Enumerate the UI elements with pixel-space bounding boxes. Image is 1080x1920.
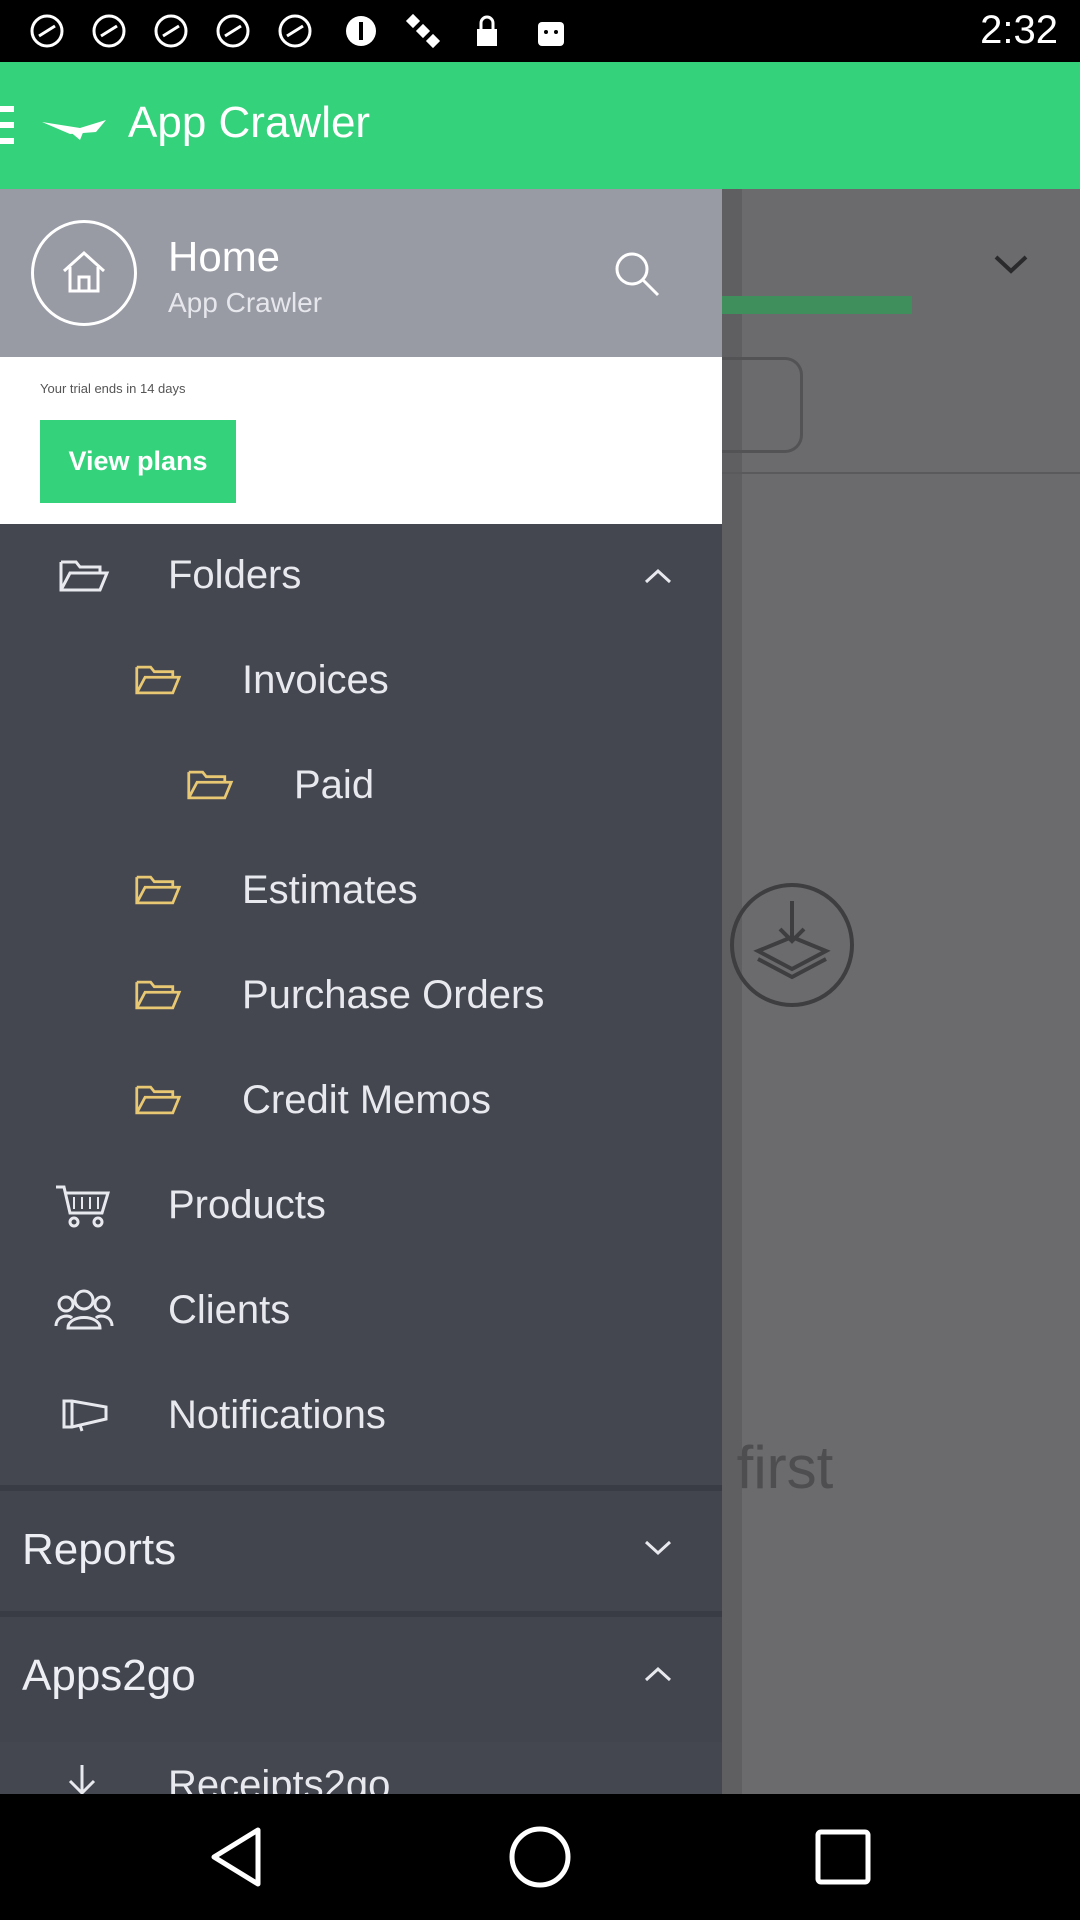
sidebar-item-estimates[interactable]: Estimates: [0, 838, 722, 943]
sidebar-item-label: Clients: [168, 1288, 291, 1332]
airplane-logo-icon: [42, 120, 106, 140]
lock-icon: [477, 15, 497, 46]
search-icon[interactable]: [612, 249, 662, 299]
folder-icon: [135, 665, 182, 695]
home-button-icon[interactable]: [505, 1822, 575, 1892]
abc-icon: [30, 14, 64, 48]
back-icon[interactable]: [202, 1822, 272, 1892]
view-plans-button[interactable]: View plans: [40, 420, 236, 503]
sidebar-item-label: Estimates: [242, 868, 418, 912]
cart-icon: [56, 1185, 111, 1228]
sidebar-item-label: Invoices: [242, 658, 389, 702]
status-bar: 2:32: [0, 0, 1080, 62]
trial-banner: Your trial ends in 14 days View plans: [0, 357, 722, 524]
people-icon: [54, 1289, 114, 1330]
section-reports[interactable]: Reports: [0, 1485, 722, 1616]
sidebar-item-products[interactable]: Products: [0, 1153, 722, 1258]
inbox-tray-icon: [730, 883, 854, 1007]
sidebar-item-label: Purchase Orders: [242, 973, 545, 1017]
section-label: Apps2go: [22, 1651, 196, 1700]
sidebar-item-clients[interactable]: Clients: [0, 1258, 722, 1363]
sidebar-item-receipts2go[interactable]: Receipts2go: [0, 1739, 722, 1794]
abc-icon: [216, 14, 250, 48]
satellite-icon: [405, 13, 441, 49]
system-navigation-bar: [0, 1794, 1080, 1920]
home-avatar: [31, 220, 137, 326]
sidebar-item-purchase-orders[interactable]: Purchase Orders: [0, 943, 722, 1048]
chevron-up-icon[interactable]: [640, 1663, 676, 1685]
recents-icon[interactable]: [808, 1822, 878, 1892]
sidebar-item-label: Products: [168, 1183, 326, 1227]
chevron-up-icon[interactable]: [640, 565, 676, 587]
sidebar-item-invoices[interactable]: Invoices: [0, 628, 722, 733]
hamburger-icon[interactable]: [0, 106, 14, 146]
receipt-icon: [68, 1765, 96, 1794]
sidebar-item-notifications[interactable]: Notifications: [0, 1363, 722, 1468]
chevron-down-icon[interactable]: [640, 1537, 676, 1559]
abc-icon: [92, 14, 126, 48]
section-label: Reports: [22, 1525, 177, 1574]
info-icon: [346, 16, 376, 46]
drawer-header[interactable]: Home App Crawler: [0, 189, 722, 357]
sidebar-item-label: Receipts2go: [168, 1763, 391, 1794]
background-divider-line: [720, 472, 1080, 474]
sidebar-item-credit-memos[interactable]: Credit Memos: [0, 1048, 722, 1153]
app-title: App Crawler: [128, 98, 371, 147]
abc-icon: [278, 14, 312, 48]
abc-icon: [154, 14, 188, 48]
megaphone-icon: [62, 1399, 108, 1432]
android-icon: [538, 22, 564, 46]
sidebar-item-paid[interactable]: Paid: [0, 733, 722, 838]
sidebar-item-label: Folders: [168, 553, 302, 597]
folder-icon: [135, 980, 182, 1010]
navigation-drawer: Home App Crawler Your trial ends in 14 d…: [0, 189, 722, 1794]
folder-icon: [135, 1085, 182, 1115]
chevron-down-icon[interactable]: [988, 249, 1034, 279]
home-title: Home: [168, 233, 281, 280]
trial-text: Your trial ends in 14 days: [40, 381, 186, 396]
folder-icon: [59, 560, 110, 592]
home-icon: [62, 250, 106, 293]
sidebar-item-folders[interactable]: Folders: [0, 523, 722, 628]
folder-icon: [187, 770, 234, 800]
app-bar: App Crawler: [0, 62, 1080, 189]
sidebar-item-label: Paid: [294, 763, 375, 807]
section-apps2go[interactable]: Apps2go: [0, 1611, 722, 1742]
background-progress-bar: [720, 296, 912, 314]
home-subtitle: App Crawler: [168, 287, 323, 318]
status-time: 2:32: [980, 8, 1058, 52]
sidebar-item-label: Credit Memos: [242, 1078, 491, 1122]
sidebar-item-label: Notifications: [168, 1393, 386, 1437]
folder-icon: [135, 875, 182, 905]
